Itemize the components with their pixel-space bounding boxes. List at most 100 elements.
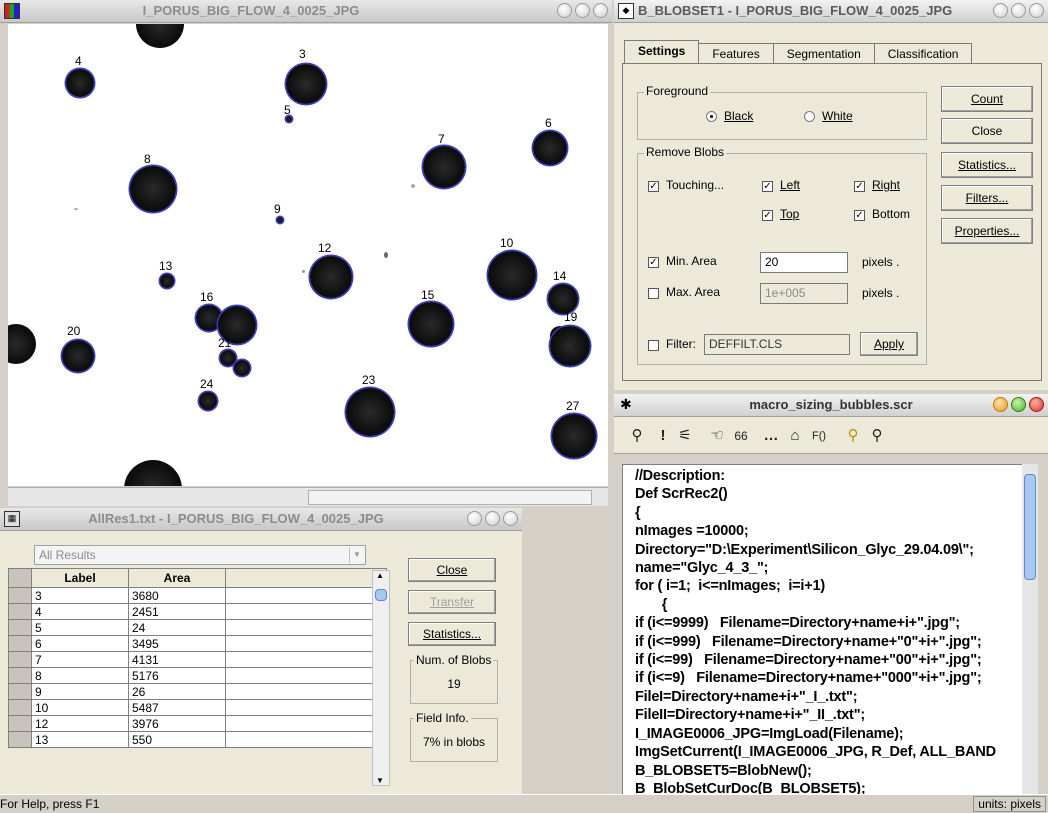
blob-23[interactable]: [346, 388, 394, 436]
image-horizontal-scrollbar[interactable]: [8, 487, 608, 506]
blob-21b[interactable]: [234, 360, 250, 376]
blob-13[interactable]: [160, 274, 174, 288]
max-area-input[interactable]: 1e+005: [760, 283, 848, 304]
scrollbar-thumb[interactable]: [308, 490, 592, 505]
results-filter-select[interactable]: All Results ▼: [34, 545, 366, 565]
maximize-button[interactable]: [1011, 3, 1026, 18]
chevron-down-icon[interactable]: ▼: [349, 547, 364, 563]
scrollbar-thumb[interactable]: [375, 589, 387, 601]
blobset-titlebar[interactable]: ◆ B_BLOBSET1 - I_PORUS_BIG_FLOW_4_0025_J…: [614, 0, 1048, 23]
row-header[interactable]: [8, 715, 32, 732]
blob-7[interactable]: [423, 146, 465, 188]
row-header[interactable]: [8, 587, 32, 604]
table-row[interactable]: 4 2451: [8, 603, 387, 620]
row-header[interactable]: [8, 603, 32, 620]
close-button[interactable]: [503, 511, 518, 526]
hand-icon[interactable]: ☜: [706, 425, 728, 447]
results-statistics-button[interactable]: Statistics...: [408, 622, 496, 646]
blob-4[interactable]: [66, 69, 94, 97]
image-window-titlebar[interactable]: I_PORUS_BIG_FLOW_4_0025_JPG: [0, 0, 612, 23]
run-icon[interactable]: !: [652, 425, 674, 447]
edge-blob: [136, 24, 184, 48]
minimize-button[interactable]: [993, 397, 1008, 412]
blob-24[interactable]: [199, 392, 217, 410]
apply-button[interactable]: Apply: [860, 332, 918, 356]
touching-checkbox[interactable]: ✓: [648, 181, 659, 192]
table-row[interactable]: 5 24: [8, 619, 387, 636]
row-header[interactable]: [8, 667, 32, 684]
table-row[interactable]: 12 3976: [8, 715, 387, 732]
record-icon[interactable]: ⌂: [784, 425, 806, 447]
top-checkbox[interactable]: ✓: [762, 210, 773, 221]
table-row[interactable]: 3 3680: [8, 587, 387, 604]
statistics-button[interactable]: Statistics...: [941, 152, 1033, 178]
white-radio[interactable]: [804, 111, 815, 122]
row-header[interactable]: [8, 635, 32, 652]
close-button[interactable]: [1029, 397, 1044, 412]
maximize-button[interactable]: [575, 3, 590, 18]
key-icon[interactable]: ⚲: [626, 425, 648, 447]
macro-vertical-scrollbar[interactable]: [1022, 464, 1038, 794]
row-header[interactable]: [8, 683, 32, 700]
black-radio[interactable]: [706, 111, 717, 122]
image-canvas[interactable]: 4 3 5 6 7 8 9 10 12 13 14 15 16 19 20 21: [8, 24, 608, 486]
blob-3[interactable]: [286, 64, 326, 104]
min-area-checkbox[interactable]: ✓: [648, 257, 659, 268]
label-column-header[interactable]: Label: [31, 568, 129, 588]
blob-9[interactable]: [277, 217, 283, 223]
breakpoint-on-icon[interactable]: ⚲: [842, 425, 864, 447]
table-row[interactable]: 6 3495: [8, 635, 387, 652]
minimize-button[interactable]: [993, 3, 1008, 18]
row-header[interactable]: [8, 651, 32, 668]
table-row[interactable]: 8 5176: [8, 667, 387, 684]
min-area-input[interactable]: 20: [760, 252, 848, 273]
row-header[interactable]: [8, 731, 32, 748]
results-titlebar[interactable]: ▦ AllRes1.txt - I_PORUS_BIG_FLOW_4_0025_…: [0, 508, 522, 531]
macro-titlebar[interactable]: ✱ macro_sizing_bubbles.scr: [614, 394, 1048, 417]
step-icon[interactable]: ⚟: [674, 425, 696, 447]
minimize-button[interactable]: [467, 511, 482, 526]
blob-27[interactable]: [552, 414, 596, 458]
function-icon[interactable]: F(): [808, 425, 830, 447]
transfer-button[interactable]: Transfer: [408, 590, 496, 614]
macro-code-editor[interactable]: //Description: Def ScrRec2(){nImages =100…: [622, 464, 1026, 794]
row-header[interactable]: [8, 619, 32, 636]
blob-21[interactable]: [220, 350, 236, 366]
more-icon[interactable]: …: [760, 425, 782, 447]
blob-20[interactable]: [62, 340, 94, 372]
scroll-down-icon[interactable]: ▼: [376, 776, 384, 785]
maximize-button[interactable]: [1011, 397, 1026, 412]
close-settings-button[interactable]: Close: [941, 118, 1033, 144]
filters-button[interactable]: Filters...: [941, 185, 1033, 211]
minimize-button[interactable]: [557, 3, 572, 18]
blob-8[interactable]: [130, 166, 176, 212]
max-area-checkbox[interactable]: [648, 288, 659, 299]
close-button[interactable]: [593, 3, 608, 18]
area-column-header[interactable]: Area: [128, 568, 226, 588]
maximize-button[interactable]: [485, 511, 500, 526]
row-header[interactable]: [8, 699, 32, 716]
table-row[interactable]: 9 26: [8, 683, 387, 700]
blob-6[interactable]: [533, 131, 567, 165]
filter-input[interactable]: DEFFILT.CLS: [704, 334, 850, 355]
left-checkbox[interactable]: ✓: [762, 181, 773, 192]
blob-15[interactable]: [409, 302, 453, 346]
close-button[interactable]: [1029, 3, 1044, 18]
blob-10[interactable]: [488, 251, 536, 299]
results-vertical-scrollbar[interactable]: ▲ ▼: [372, 570, 390, 786]
breakpoint-off-icon[interactable]: ⚲: [866, 425, 888, 447]
scroll-up-icon[interactable]: ▲: [376, 571, 384, 580]
table-row[interactable]: 13 550: [8, 731, 387, 748]
right-checkbox[interactable]: ✓: [854, 181, 865, 192]
results-close-button[interactable]: Close: [408, 558, 496, 582]
table-row[interactable]: 10 5487: [8, 699, 387, 716]
glasses-icon[interactable]: 66: [730, 425, 752, 447]
blob-12[interactable]: [310, 256, 352, 298]
filter-checkbox[interactable]: [648, 340, 659, 351]
table-row[interactable]: 7 4131: [8, 651, 387, 668]
properties-button[interactable]: Properties...: [941, 218, 1033, 244]
scrollbar-thumb[interactable]: [1024, 474, 1036, 580]
count-button[interactable]: Count: [941, 86, 1033, 112]
bottom-checkbox[interactable]: ✓: [854, 210, 865, 221]
blob-19[interactable]: [550, 326, 590, 366]
